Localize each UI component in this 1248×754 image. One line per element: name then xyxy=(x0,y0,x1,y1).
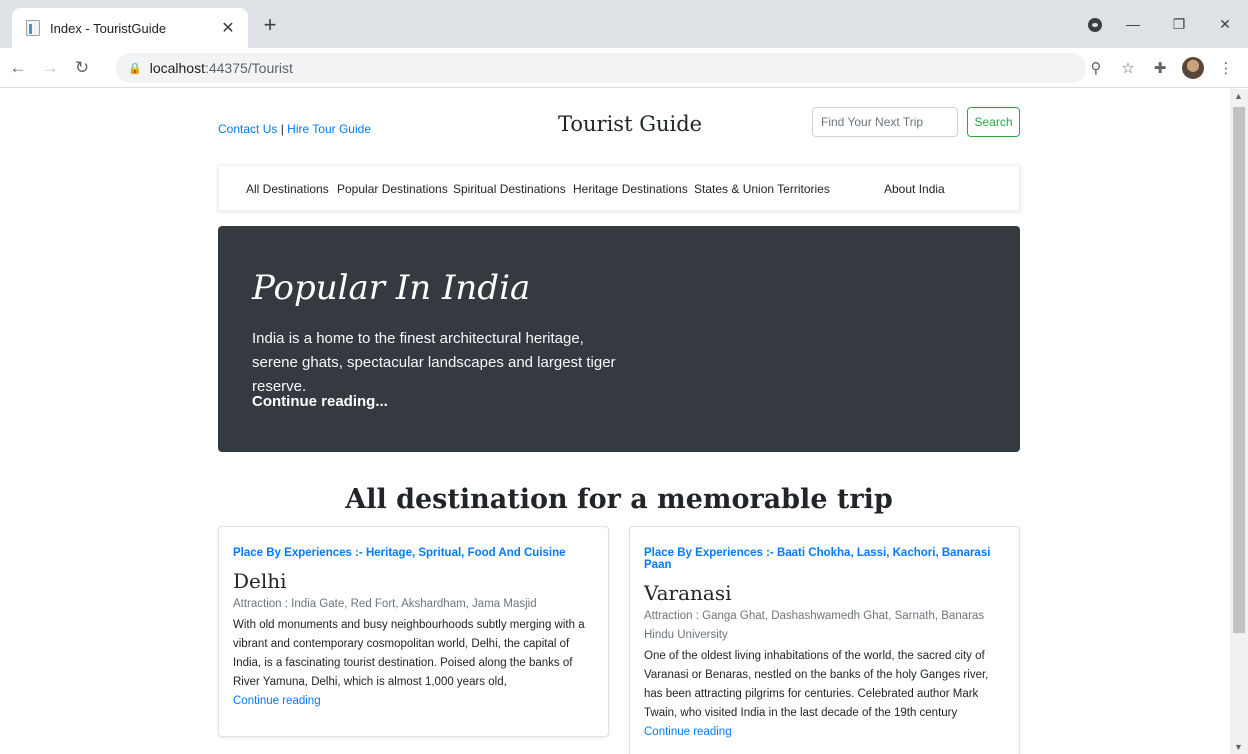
page-viewport: Contact Us | Hire Tour Guide Tourist Gui… xyxy=(0,89,1230,754)
destination-card-delhi: Place By Experiences :- Heritage, Spritu… xyxy=(218,526,609,737)
hero-title: Popular In India xyxy=(252,268,531,308)
search-button[interactable]: Search xyxy=(967,107,1020,137)
site-title: Tourist Guide xyxy=(558,112,703,136)
nav-item-about-india[interactable]: About India xyxy=(884,182,945,196)
window-controls: — ❐ ✕ xyxy=(1110,0,1248,48)
menu-icon[interactable]: ⋮ xyxy=(1210,59,1242,77)
profile-indicator-icon[interactable] xyxy=(1088,18,1102,32)
card-description: With old monuments and busy neighbourhoo… xyxy=(233,619,585,688)
card-attraction: Attraction : Ganga Ghat, Dashashwamedh G… xyxy=(644,610,985,641)
card-description: One of the oldest living inhabitations o… xyxy=(644,650,989,719)
card-title: Delhi xyxy=(233,569,287,593)
card-continue-reading-link[interactable]: Continue reading xyxy=(233,692,594,711)
zoom-icon[interactable]: ⚲ xyxy=(1080,59,1112,77)
address-bar[interactable]: 🔒 localhost:44375/Tourist xyxy=(116,53,1086,83)
extensions-icon[interactable]: ✚ xyxy=(1144,59,1176,77)
forward-icon[interactable]: → xyxy=(36,58,64,78)
card-attraction: Attraction : India Gate, Red Fort, Aksha… xyxy=(233,598,537,610)
nav-item-states-union-territories[interactable]: States & Union Territories xyxy=(694,182,830,196)
nav-item-popular-destinations[interactable]: Popular Destinations xyxy=(337,182,448,196)
restore-icon[interactable]: ❐ xyxy=(1156,16,1202,33)
url-path: :44375/Tourist xyxy=(204,60,293,76)
card-title: Varanasi xyxy=(644,581,732,605)
card-continue-reading-link[interactable]: Continue reading xyxy=(644,723,1005,742)
browser-toolbar: ← → ↻ 🔒 localhost:44375/Tourist ⚲ ☆ ✚ ⋮ xyxy=(0,48,1248,88)
search-input[interactable] xyxy=(812,107,958,137)
lock-icon[interactable]: 🔒 xyxy=(128,62,142,75)
section-title: All destination for a memorable trip xyxy=(345,484,893,515)
browser-tab-bar: Index - TouristGuide ✕ + — ❐ ✕ xyxy=(0,0,1248,48)
hero-banner: Popular In India India is a home to the … xyxy=(218,226,1020,452)
close-window-icon[interactable]: ✕ xyxy=(1202,16,1248,33)
new-tab-icon[interactable]: + xyxy=(256,14,284,36)
header-links: Contact Us | Hire Tour Guide xyxy=(218,122,371,136)
back-icon[interactable]: ← xyxy=(4,58,32,78)
card-experiences: Place By Experiences :- Heritage, Spritu… xyxy=(233,547,566,559)
url-host: localhost xyxy=(149,60,205,76)
scrollbar-thumb[interactable] xyxy=(1233,107,1245,633)
nav-item-all-destinations[interactable]: All Destinations xyxy=(246,182,329,196)
page-favicon-icon xyxy=(26,20,40,36)
card-experiences: Place By Experiences :- Baati Chokha, La… xyxy=(644,547,991,571)
nav-item-heritage-destinations[interactable]: Heritage Destinations xyxy=(573,182,688,196)
main-nav: All Destinations Popular Destinations Sp… xyxy=(218,165,1020,211)
site-header: Contact Us | Hire Tour Guide Tourist Gui… xyxy=(218,89,1020,161)
hero-text: India is a home to the finest architectu… xyxy=(252,330,616,395)
scroll-down-icon[interactable]: ▼ xyxy=(1234,742,1243,752)
toolbar-actions: ⚲ ☆ ✚ ⋮ xyxy=(1080,48,1242,88)
header-link-separator: | xyxy=(280,122,284,136)
tab-title: Index - TouristGuide xyxy=(50,20,167,36)
scroll-up-icon[interactable]: ▲ xyxy=(1234,91,1243,101)
nav-item-spiritual-destinations[interactable]: Spiritual Destinations xyxy=(453,182,566,196)
minimize-icon[interactable]: — xyxy=(1110,16,1156,32)
avatar[interactable] xyxy=(1182,57,1204,79)
destination-card-varanasi: Place By Experiences :- Baati Chokha, La… xyxy=(629,526,1020,754)
page-scrollbar[interactable]: ▲ ▼ xyxy=(1230,89,1248,754)
bookmark-star-icon[interactable]: ☆ xyxy=(1112,59,1144,77)
contact-us-link[interactable]: Contact Us xyxy=(218,122,277,136)
hero-continue-reading-link[interactable]: Continue reading... xyxy=(252,393,388,410)
reload-icon[interactable]: ↻ xyxy=(68,58,96,78)
close-tab-icon[interactable]: ✕ xyxy=(218,18,238,38)
hire-tour-guide-link[interactable]: Hire Tour Guide xyxy=(287,122,371,136)
browser-tab[interactable]: Index - TouristGuide ✕ xyxy=(12,8,248,48)
